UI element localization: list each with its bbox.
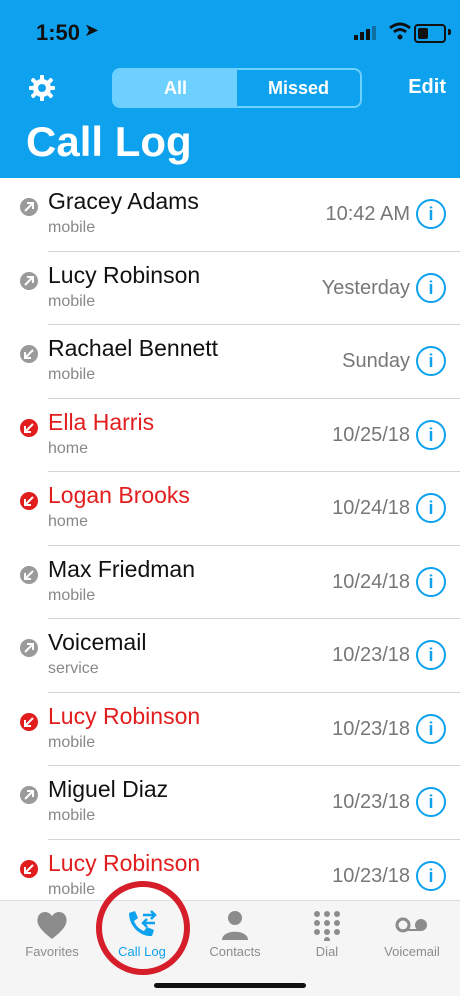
incoming-call-icon	[20, 565, 38, 584]
heart-icon	[37, 911, 67, 939]
call-row[interactable]: Ella Harris home 10/25/18 i	[0, 399, 460, 472]
info-icon[interactable]: i	[416, 419, 446, 450]
home-indicator	[154, 983, 306, 988]
status-time: 1:50	[36, 20, 81, 45]
battery-icon	[414, 24, 446, 43]
caller-name: Lucy Robinson	[48, 702, 201, 729]
battery-tip	[448, 29, 451, 35]
call-row[interactable]: Voicemail service 10/23/18 i	[0, 619, 460, 693]
call-list: Gracey Adams mobile 10:42 AM i Lucy Robinson…	[0, 178, 460, 913]
call-time: 10/23/18	[332, 791, 410, 813]
tab-bar: Favorites Call Log Contacts Dial Voicema…	[0, 900, 460, 996]
tab-dial-label: Dial	[315, 944, 339, 959]
call-time: 10/24/18	[332, 570, 410, 593]
caller-number-type: mobile	[48, 807, 96, 824]
caller-name: Gracey Adams	[48, 188, 199, 214]
page-title: Call Log	[26, 118, 192, 165]
caller-name: Logan Brooks	[48, 482, 190, 508]
info-icon[interactable]: i	[416, 640, 446, 670]
keypad-icon	[314, 911, 340, 941]
incoming-call-icon	[20, 345, 38, 363]
edit-button[interactable]: Edit	[408, 76, 446, 99]
wifi-icon	[389, 22, 411, 40]
info-icon[interactable]: i	[416, 787, 446, 817]
tab-dial[interactable]: Dial	[281, 901, 373, 971]
caller-name: Rachael Bennett	[48, 335, 219, 361]
tab-contacts[interactable]: Contacts	[189, 901, 281, 971]
info-icon[interactable]: i	[416, 860, 446, 891]
call-row[interactable]: Rachael Bennett mobile Sunday i	[0, 325, 460, 399]
cellular-signal-icon	[354, 26, 376, 40]
caller-name: Miguel Diaz	[48, 776, 169, 802]
outgoing-call-icon	[20, 198, 38, 216]
call-time: 10/23/18	[332, 717, 410, 740]
missed-call-icon	[20, 492, 38, 510]
call-row[interactable]: Logan Brooks home 10/24/18 i	[0, 472, 460, 546]
missed-call-icon	[20, 712, 38, 731]
info-icon[interactable]: i	[416, 713, 446, 744]
call-filter-segmented-control[interactable]: All Missed	[112, 68, 362, 108]
call-row[interactable]: Lucy Robinson mobile Yesterday i	[0, 252, 460, 325]
call-row[interactable]: Max Friedman mobile 10/24/18 i	[0, 546, 460, 619]
call-time: 10/23/18	[332, 644, 410, 666]
caller-number-type: mobile	[48, 733, 96, 751]
status-bar: 1:50 ➤	[0, 0, 460, 60]
info-icon[interactable]: i	[416, 272, 446, 303]
info-icon[interactable]: i	[416, 346, 446, 376]
outgoing-call-icon	[20, 271, 38, 290]
info-icon[interactable]: i	[416, 493, 446, 523]
caller-number-type: mobile	[48, 366, 96, 383]
call-row[interactable]: Miguel Diaz mobile 10/23/18 i	[0, 766, 460, 840]
call-time: 10/23/18	[332, 864, 410, 887]
call-time: 10/25/18	[332, 423, 410, 446]
missed-call-icon	[20, 418, 38, 437]
call-row[interactable]: Gracey Adams mobile 10:42 AM i	[0, 178, 460, 252]
tab-favorites[interactable]: Favorites	[6, 901, 98, 971]
voicemail-icon	[395, 917, 427, 933]
caller-number-type: home	[48, 439, 89, 457]
caller-name: Lucy Robinson	[48, 261, 201, 288]
caller-name: Max Friedman	[48, 555, 195, 582]
call-time: Yesterday	[321, 276, 410, 299]
segment-all[interactable]: All	[114, 70, 237, 106]
segment-missed[interactable]: Missed	[237, 70, 360, 106]
settings-gear-icon[interactable]	[28, 74, 56, 102]
caller-number-type: mobile	[48, 880, 96, 898]
caller-number-type: mobile	[48, 219, 96, 236]
missed-call-icon	[20, 859, 38, 878]
caller-number-type: mobile	[48, 292, 96, 310]
caller-name: Voicemail	[48, 629, 147, 655]
caller-number-type: service	[48, 660, 99, 677]
tab-voicemail-label: Voicemail	[384, 944, 440, 959]
person-icon	[222, 911, 248, 940]
caller-number-type: mobile	[48, 586, 96, 604]
info-icon[interactable]: i	[416, 566, 446, 597]
call-time: 10:42 AM	[325, 203, 410, 225]
call-time: Sunday	[342, 350, 410, 372]
call-log-highlight-circle	[96, 881, 190, 975]
header: 1:50 ➤ All Missed Edit Call Log	[0, 0, 460, 178]
caller-number-type: home	[48, 513, 89, 530]
tab-voicemail[interactable]: Voicemail	[366, 901, 458, 971]
tab-contacts-label: Contacts	[209, 944, 261, 959]
info-icon[interactable]: i	[416, 199, 446, 229]
call-time: 10/24/18	[332, 497, 410, 519]
outgoing-call-icon	[20, 639, 38, 657]
location-arrow-icon: ➤	[84, 20, 100, 40]
outgoing-call-icon	[20, 786, 38, 804]
tab-favorites-label: Favorites	[25, 944, 79, 959]
caller-name: Ella Harris	[48, 408, 155, 435]
call-row[interactable]: Lucy Robinson mobile 10/23/18 i	[0, 693, 460, 766]
call-log-screen: 1:50 ➤ All Missed Edit Call Log Gracey A…	[0, 0, 460, 996]
caller-name: Lucy Robinson	[48, 849, 201, 876]
